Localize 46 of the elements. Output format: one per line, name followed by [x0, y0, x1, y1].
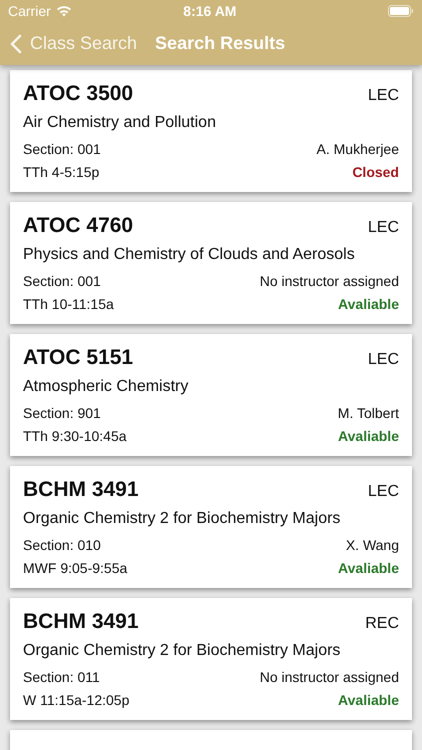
chevron-left-icon [10, 34, 22, 54]
section-label: Section: 001 [23, 272, 101, 291]
instructor-label: M. Tolbert [338, 404, 399, 423]
course-card[interactable]: ATOC 4760 LEC Physics and Chemistry of Clouds and Aerosols Section: 001 No instructor assigned TTh 10-11:15a Avaliable [10, 202, 412, 324]
instructor-label: No instructor assigned [260, 272, 399, 291]
meeting-time: TTh 9:30-10:45a [23, 427, 127, 446]
course-code: ATOC 3500 [23, 81, 134, 107]
battery-icon [388, 5, 414, 17]
section-label: Section: 001 [23, 140, 101, 159]
course-type: LEC [368, 87, 399, 105]
course-code: ATOC 5151 [23, 345, 134, 371]
course-title: Organic Chemistry 2 for Biochemistry Majors [23, 509, 342, 529]
course-type: LEC [368, 351, 399, 369]
screen-title: Search Results [155, 33, 286, 54]
course-type: LEC [368, 483, 399, 501]
meeting-time: TTh 4-5:15p [23, 163, 100, 182]
meeting-time: W 11:15a-12:05p [23, 691, 130, 710]
course-title: Physics and Chemistry of Clouds and Aerosols [23, 245, 356, 265]
availability-status: Avaliable [338, 691, 399, 710]
course-title: Air Chemistry and Pollution [23, 113, 217, 133]
availability-status: Avaliable [338, 427, 399, 446]
course-card[interactable]: BCHM 3491 REC Organic Chemistry 2 for Biochemistry Majors Section: 011 No instructor assigned W 11:15a-12:05p Avaliable [10, 598, 412, 720]
section-label: Section: 010 [23, 536, 101, 555]
instructor-label: No instructor assigned [260, 668, 399, 687]
course-type: REC [365, 615, 399, 633]
availability-status: Avaliable [338, 295, 399, 314]
section-label: Section: 901 [23, 404, 101, 423]
course-code: BCHM 3491 [23, 477, 139, 503]
section-label: Section: 011 [23, 668, 100, 687]
course-type: LEC [368, 219, 399, 237]
meeting-time: TTh 10-11:15a [23, 295, 114, 314]
meeting-time: MWF 9:05-9:55a [23, 559, 128, 578]
carrier-label: Carrier [8, 3, 51, 19]
course-card[interactable]: ATOC 3500 LEC Air Chemistry and Pollution Section: 001 A. Mukherjee TTh 4-5:15p Closed [10, 70, 412, 192]
wifi-icon [56, 5, 72, 17]
course-card[interactable]: ATOC 5151 LEC Atmospheric Chemistry Section: 901 M. Tolbert TTh 9:30-10:45a Avaliable [10, 334, 412, 456]
course-card[interactable]: BCHM 3491 LEC Organic Chemistry 2 for Biochemistry Majors Section: 010 X. Wang MWF 9:05-9:55a Avaliable [10, 466, 412, 588]
availability-status: Closed [352, 163, 399, 182]
course-title: Atmospheric Chemistry [23, 377, 190, 397]
course-code: BCHM 3491 [23, 609, 139, 635]
clock-label: 8:16 AM [182, 3, 238, 19]
instructor-label: A. Mukherjee [316, 140, 399, 159]
availability-status: Avaliable [338, 559, 399, 578]
course-title: Organic Chemistry 2 for Biochemistry Majors [23, 641, 342, 661]
course-code: ATOC 4760 [23, 213, 134, 239]
instructor-label: X. Wang [346, 536, 399, 555]
